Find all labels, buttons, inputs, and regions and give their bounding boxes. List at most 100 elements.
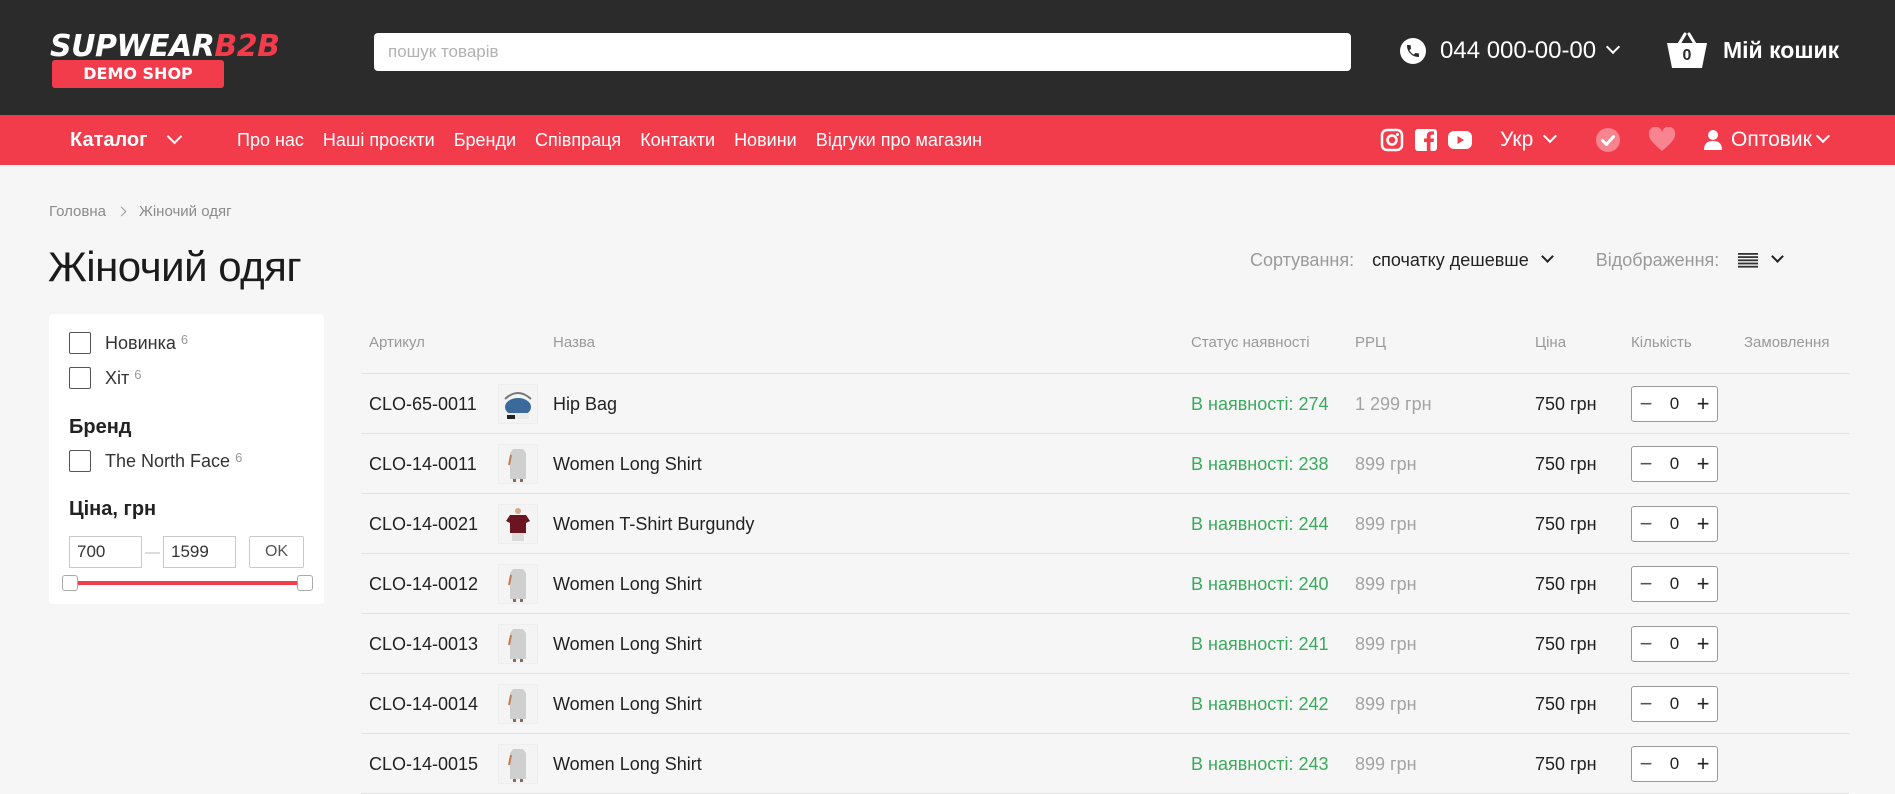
user-icon [1704, 130, 1722, 150]
product-name[interactable]: Hip Bag [553, 374, 617, 434]
quantity-input[interactable]: 0 [1670, 754, 1679, 774]
minus-icon[interactable]: − [1638, 393, 1654, 415]
plus-icon[interactable]: + [1695, 513, 1711, 535]
chevron-down-icon [1606, 39, 1621, 55]
product-thumbnail[interactable] [498, 444, 538, 484]
price-ok-button[interactable]: OK [249, 536, 304, 568]
breadcrumb: Головна Жіночий одяг [49, 203, 232, 220]
checkbox[interactable] [69, 332, 91, 354]
checkbox[interactable] [69, 367, 91, 389]
filter-label: Хіт [105, 367, 130, 388]
user-label: Оптовик [1731, 128, 1812, 151]
minus-icon[interactable]: − [1638, 513, 1654, 535]
table-row: CLO-14-0014 Women Long Shirt В наявності… [361, 674, 1849, 734]
list-view-icon[interactable] [1737, 252, 1759, 270]
product-sku: CLO-14-0012 [369, 573, 479, 594]
plus-icon[interactable]: + [1695, 453, 1711, 475]
product-thumbnail[interactable] [498, 744, 538, 784]
quantity-input[interactable]: 0 [1670, 514, 1679, 534]
top-header: SUPWEARB2B DEMO SHOP 044 000-00-00 0 Мій… [0, 0, 1895, 115]
quantity-input[interactable]: 0 [1670, 574, 1679, 594]
table-row: CLO-14-0012 Women Long Shirt В наявності… [361, 554, 1849, 614]
quantity-stepper: − 0 + [1631, 566, 1718, 602]
product-thumbnail[interactable] [498, 504, 538, 544]
product-name[interactable]: Women Long Shirt [553, 554, 702, 614]
nav-link-cooperation[interactable]: Співпраця [535, 130, 621, 151]
price-slider-track[interactable] [71, 581, 306, 585]
plus-icon[interactable]: + [1695, 633, 1711, 655]
product-thumbnail[interactable] [498, 564, 538, 604]
filter-count: 6 [134, 366, 142, 382]
product-sku: CLO-14-0015 [369, 753, 479, 774]
minus-icon[interactable]: − [1638, 453, 1654, 475]
phone-dropdown[interactable]: 044 000-00-00 [1400, 36, 1621, 66]
search-input[interactable] [374, 33, 1351, 71]
quantity-stepper: − 0 + [1631, 446, 1718, 482]
stock-status: В наявності: 238 [1191, 453, 1329, 474]
facebook-icon[interactable] [1414, 128, 1438, 152]
product-thumbnail[interactable] [498, 684, 538, 724]
product-name[interactable]: Women Long Shirt [553, 734, 702, 794]
price-slider-max-handle[interactable] [297, 575, 313, 591]
heart-icon[interactable] [1648, 126, 1676, 153]
product-sku: CLO-65-0011 [369, 393, 477, 414]
filter-count: 6 [235, 449, 243, 465]
site-logo[interactable]: SUPWEARB2B DEMO SHOP [50, 30, 300, 90]
language-selector[interactable]: Укр [1500, 115, 1558, 165]
youtube-icon[interactable] [1448, 128, 1472, 152]
view-label: Відображення: [1595, 250, 1720, 270]
minus-icon[interactable]: − [1638, 633, 1654, 655]
col-order: Замовлення [1744, 334, 1830, 351]
user-menu[interactable]: Оптовик [1703, 115, 1830, 165]
nav-link-brands[interactable]: Бренди [454, 130, 516, 151]
cart-button[interactable]: 0 Мій кошик [1665, 30, 1839, 70]
product-name[interactable]: Women Long Shirt [553, 434, 702, 494]
cart-count: 0 [1682, 47, 1692, 64]
product-name[interactable]: Women Long Shirt [553, 674, 702, 734]
minus-icon[interactable]: − [1638, 573, 1654, 595]
minus-icon[interactable]: − [1638, 753, 1654, 775]
product-thumbnail[interactable] [498, 384, 538, 424]
basket-icon: 0 [1665, 30, 1709, 70]
filter-brand-north-face[interactable]: The North Face 6 [69, 450, 242, 472]
filter-hit[interactable]: Хіт 6 [69, 367, 141, 389]
sort-dropdown[interactable]: спочатку дешевше [1372, 250, 1554, 271]
quantity-input[interactable]: 0 [1670, 454, 1679, 474]
logo-wordmark: SUPWEARB2B [50, 30, 280, 64]
quantity-input[interactable]: 0 [1670, 394, 1679, 414]
product-rrc: 899 грн [1355, 753, 1417, 774]
instagram-icon[interactable] [1380, 128, 1404, 152]
checkbox[interactable] [69, 450, 91, 472]
nav-link-news[interactable]: Новини [734, 130, 797, 151]
price-max-input[interactable]: 1599 [163, 536, 236, 568]
stock-status: В наявності: 242 [1191, 693, 1329, 714]
product-rrc: 899 грн [1355, 633, 1417, 654]
quantity-stepper: − 0 + [1631, 746, 1718, 782]
product-thumbnail[interactable] [498, 624, 538, 664]
col-rrc: РРЦ [1355, 334, 1387, 351]
price-slider-min-handle[interactable] [62, 575, 78, 591]
breadcrumb-home[interactable]: Головна [49, 203, 106, 220]
nav-link-about[interactable]: Про нас [237, 130, 304, 151]
compare-icon[interactable] [1595, 127, 1621, 153]
plus-icon[interactable]: + [1695, 693, 1711, 715]
price-min-input[interactable]: 700 [69, 536, 142, 568]
plus-icon[interactable]: + [1695, 753, 1711, 775]
catalog-menu-button[interactable]: Каталог [70, 115, 183, 165]
quantity-input[interactable]: 0 [1670, 634, 1679, 654]
product-rrc: 899 грн [1355, 573, 1417, 594]
chevron-down-icon [1540, 250, 1554, 263]
quantity-stepper: − 0 + [1631, 506, 1718, 542]
minus-icon[interactable]: − [1638, 693, 1654, 715]
product-price: 750 грн [1535, 633, 1597, 654]
product-name[interactable]: Women Long Shirt [553, 614, 702, 674]
product-name[interactable]: Women T-Shirt Burgundy [553, 494, 754, 554]
nav-link-projects[interactable]: Наші проєкти [323, 130, 435, 151]
plus-icon[interactable]: + [1695, 573, 1711, 595]
chevron-down-icon[interactable] [1771, 250, 1785, 263]
plus-icon[interactable]: + [1695, 393, 1711, 415]
nav-link-reviews[interactable]: Відгуки про магазин [816, 130, 982, 151]
nav-link-contacts[interactable]: Контакти [640, 130, 715, 151]
quantity-input[interactable]: 0 [1670, 694, 1679, 714]
filter-new[interactable]: Новинка 6 [69, 332, 188, 354]
